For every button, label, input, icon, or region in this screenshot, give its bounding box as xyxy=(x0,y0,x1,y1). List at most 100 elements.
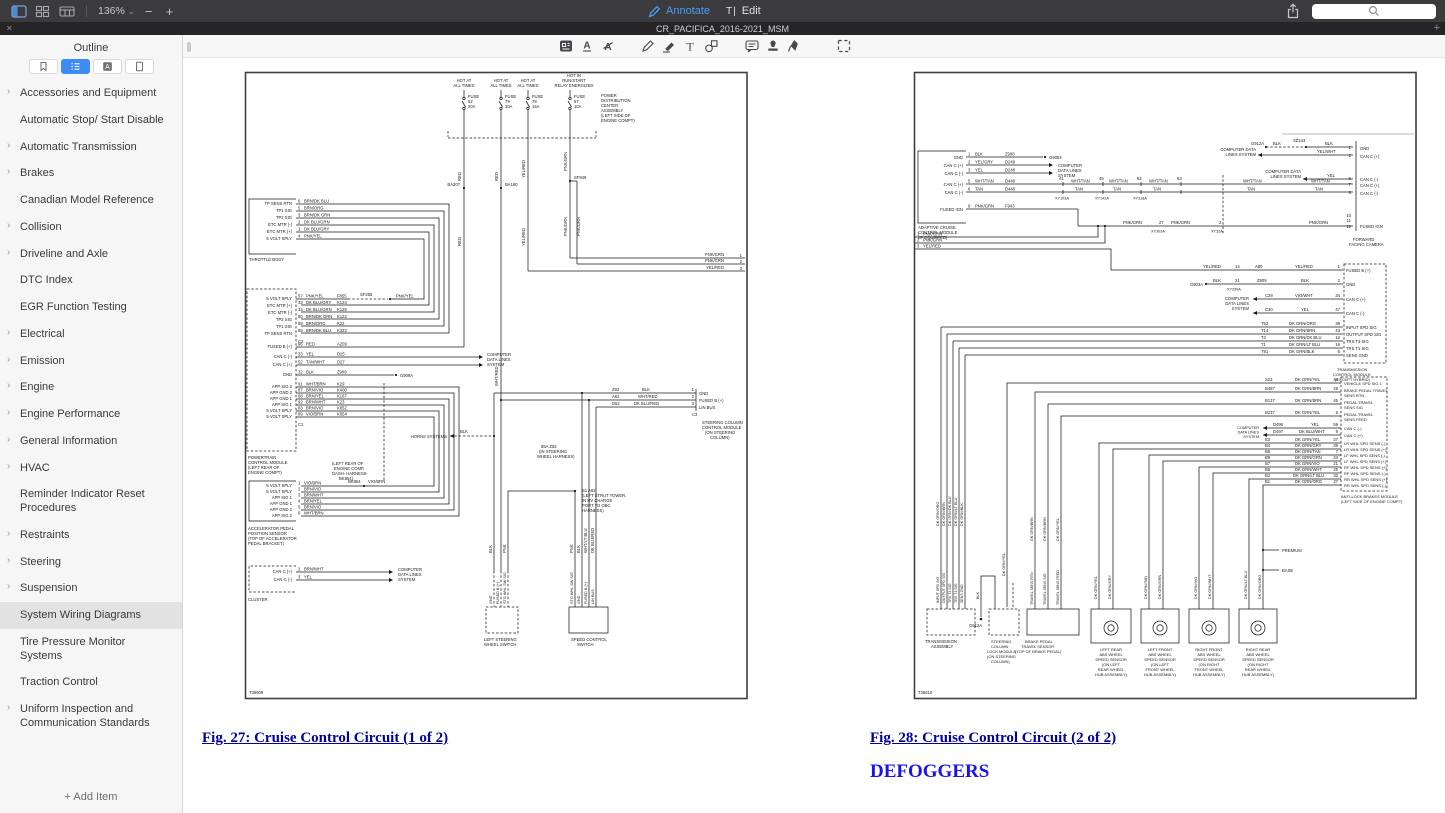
chevron-right-icon[interactable]: › xyxy=(7,86,10,99)
svg-text:GND: GND xyxy=(577,595,581,604)
zoom-level-dropdown[interactable]: 136% ⌄ xyxy=(98,5,135,17)
svg-text:YEL/RED: YEL/RED xyxy=(1203,264,1221,269)
tab-outline[interactable] xyxy=(61,59,90,74)
stamp-tool[interactable] xyxy=(764,38,781,55)
new-tab-button[interactable]: + xyxy=(1434,22,1440,35)
svg-text:DK GRN/ORG: DK GRN/ORG xyxy=(1258,574,1262,599)
edit-button[interactable]: T| Edit xyxy=(726,5,761,17)
sidebar-item-driveline-and-axle[interactable]: ›Driveline and Axle xyxy=(0,241,182,268)
svg-text:DK BLU/WHT: DK BLU/WHT xyxy=(1299,429,1325,434)
sidebar-item-brakes[interactable]: ›Brakes xyxy=(0,160,182,187)
svg-text:B137: B137 xyxy=(1265,398,1275,403)
sidebar-item-collision[interactable]: ›Collision xyxy=(0,214,182,241)
zoom-out-button[interactable]: − xyxy=(142,4,156,19)
toolbar-drag-handle[interactable] xyxy=(187,42,191,52)
sidebar-item-traction-control[interactable]: Traction Control xyxy=(0,669,182,696)
sidebar-item-egr-function-testing[interactable]: EGR Function Testing xyxy=(0,294,182,321)
chevron-right-icon[interactable]: › xyxy=(7,581,10,594)
sidebar-item-general-information[interactable]: ›General Information xyxy=(0,428,182,455)
sidebar-item-tire-pressure-monitor-systems[interactable]: Tire Pressure Monitor Systems xyxy=(0,629,182,670)
sidebar-item-emission[interactable]: ›Emission xyxy=(0,348,182,375)
chevron-right-icon[interactable]: › xyxy=(7,327,10,340)
grid-view-button[interactable] xyxy=(34,4,51,19)
select-region-tool[interactable] xyxy=(835,38,852,55)
sidebar-item-suspension[interactable]: ›Suspension xyxy=(0,575,182,602)
svg-text:PNK: PNK xyxy=(502,544,507,553)
sidebar-item-accessories-and-equipment[interactable]: ›Accessories and Equipment xyxy=(0,80,182,107)
tab-pages[interactable] xyxy=(125,59,154,74)
svg-text:DK BLU/GRN: DK BLU/GRN xyxy=(306,307,332,312)
sidebar-item-hvac[interactable]: ›HVAC xyxy=(0,455,182,482)
zoom-in-button[interactable]: + xyxy=(163,4,177,19)
svg-text:DK GRN/GRN: DK GRN/GRN xyxy=(1295,455,1322,460)
figure-27-caption-link[interactable]: Fig. 27: Cruise Control Circuit (1 of 2) xyxy=(202,730,448,747)
svg-text:LR WHL SPD SENS (-): LR WHL SPD SENS (-) xyxy=(1344,441,1386,446)
share-button[interactable] xyxy=(1284,4,1301,19)
shapes-tool[interactable] xyxy=(702,38,719,55)
annotate-button[interactable]: Annotate xyxy=(648,5,710,18)
search-input[interactable] xyxy=(1312,7,1436,22)
svg-text:TRAVEL SENS RTN: TRAVEL SENS RTN xyxy=(1030,572,1034,605)
sidebar-item-automatic-stop-start-disable[interactable]: Automatic Stop/ Start Disable xyxy=(0,107,182,134)
svg-text:DK BLU/GRY: DK BLU/GRY xyxy=(306,300,331,305)
sidebar-item-canadian-model-reference[interactable]: Canadian Model Reference xyxy=(0,187,182,214)
table-view-button[interactable] xyxy=(58,4,75,19)
strikethrough-tool[interactable]: A xyxy=(599,38,616,55)
chevron-right-icon[interactable]: › xyxy=(7,434,10,447)
bookmark-icon xyxy=(38,61,49,72)
sidebar-item-automatic-transmission[interactable]: ›Automatic Transmission xyxy=(0,134,182,161)
sidebar-toggle-button[interactable] xyxy=(10,4,27,19)
svg-text:ALL TIMES: ALL TIMES xyxy=(490,83,511,88)
svg-text:2: 2 xyxy=(968,160,971,165)
pencil-icon xyxy=(648,5,661,18)
page-canvas[interactable]: HOT ATALL TIMESHOT ATALL TIMESHOT ATALL … xyxy=(183,58,1445,813)
tab-close-icon[interactable]: ✕ xyxy=(6,23,13,34)
chevron-right-icon[interactable]: › xyxy=(7,220,10,233)
tab-annotations[interactable]: A xyxy=(93,59,122,74)
chevron-right-icon[interactable]: › xyxy=(7,528,10,541)
svg-text:1: 1 xyxy=(1349,145,1352,150)
svg-text:YEL: YEL xyxy=(1301,307,1310,312)
reader-view-tool[interactable] xyxy=(557,38,574,55)
sidebar-item-reminder-indicator-reset-procedures[interactable]: Reminder Indicator Reset Procedures xyxy=(0,481,182,522)
sidebar-item-engine[interactable]: ›Engine xyxy=(0,374,182,401)
pen-tool[interactable] xyxy=(785,38,802,55)
chevron-right-icon[interactable]: › xyxy=(7,702,10,715)
text-tool[interactable]: T xyxy=(681,38,698,55)
font-style-tool[interactable]: A xyxy=(578,38,595,55)
chevron-right-icon[interactable]: › xyxy=(7,380,10,393)
chevron-right-icon[interactable]: › xyxy=(7,354,10,367)
svg-text:B8: B8 xyxy=(1265,467,1271,472)
document-tab-title[interactable]: CR_PACIFICA_2016-2021_MSM xyxy=(656,24,789,34)
search-field[interactable] xyxy=(1312,4,1436,19)
svg-text:PNK/YEL: PNK/YEL xyxy=(396,294,414,299)
sidebar-item-restraints[interactable]: ›Restraints xyxy=(0,522,182,549)
svg-text:PNK/GRN: PNK/GRN xyxy=(576,217,581,236)
svg-text:11: 11 xyxy=(1347,218,1352,223)
pencil-tool[interactable] xyxy=(639,38,656,55)
comment-tool[interactable] xyxy=(743,38,760,55)
svg-text:B2: B2 xyxy=(1265,473,1271,478)
svg-text:2: 2 xyxy=(1338,278,1341,283)
svg-text:CAN C (+): CAN C (+) xyxy=(944,182,964,187)
chevron-right-icon[interactable]: › xyxy=(7,247,10,260)
sidebar-item-engine-performance[interactable]: ›Engine Performance xyxy=(0,401,182,428)
sidebar-item-dtc-index[interactable]: DTC Index xyxy=(0,267,182,294)
highlighter-tool[interactable] xyxy=(660,38,677,55)
chevron-right-icon[interactable]: › xyxy=(7,140,10,153)
chevron-right-icon[interactable]: › xyxy=(7,166,10,179)
svg-text:39: 39 xyxy=(1335,321,1340,326)
chevron-right-icon[interactable]: › xyxy=(7,407,10,420)
add-item-button[interactable]: + Add Item xyxy=(0,783,182,813)
chevron-right-icon[interactable]: › xyxy=(7,555,10,568)
svg-text:PNK/GRN: PNK/GRN xyxy=(1171,220,1190,225)
svg-text:CAN C (-): CAN C (-) xyxy=(1360,177,1379,182)
chevron-right-icon[interactable]: › xyxy=(7,461,10,474)
tab-bookmarks[interactable] xyxy=(29,59,58,74)
svg-text:G9053: G9053 xyxy=(1049,155,1062,160)
sidebar-item-uniform-inspection-and-communication-standards[interactable]: ›Uniform Inspection and Communication St… xyxy=(0,696,182,737)
sidebar-item-electrical[interactable]: ›Electrical xyxy=(0,321,182,348)
sidebar-item-system-wiring-diagrams[interactable]: System Wiring Diagrams xyxy=(0,602,182,629)
figure-28-caption-link[interactable]: Fig. 28: Cruise Control Circuit (2 of 2) xyxy=(870,730,1116,747)
sidebar-item-steering[interactable]: ›Steering xyxy=(0,549,182,576)
